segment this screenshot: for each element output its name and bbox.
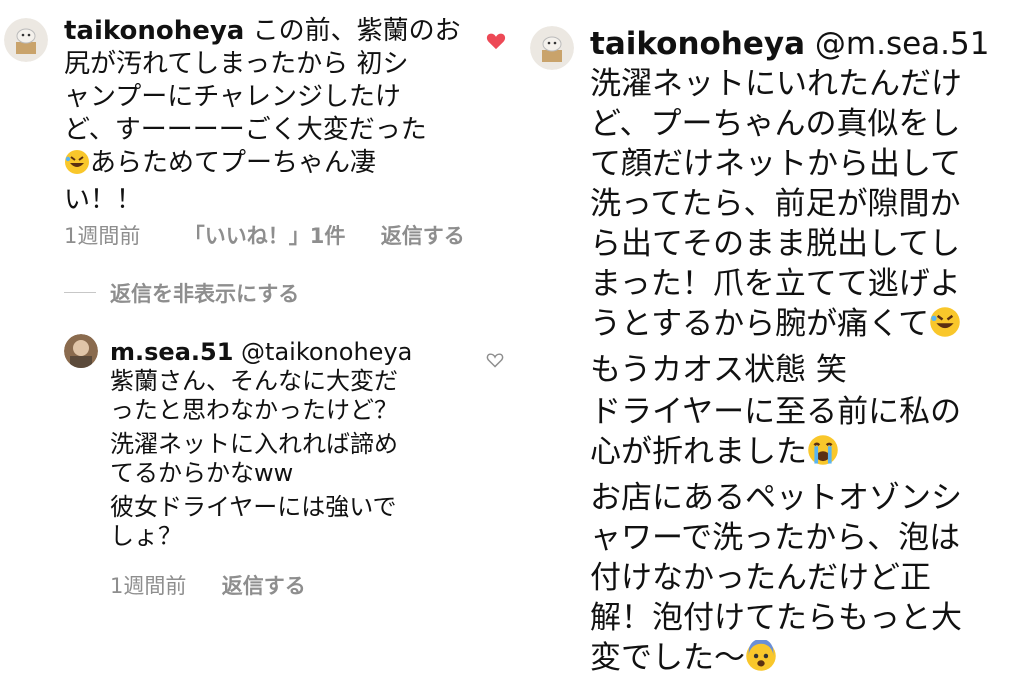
comment-line: ャンプーにチャレンジしたけ — [64, 82, 401, 112]
comment-line: 変でした〜 — [590, 640, 745, 676]
comment-line: 洗濯ネットに入れれば諦め — [110, 430, 398, 458]
reply-button[interactable]: 返信する — [222, 574, 306, 598]
rofl-emoji — [929, 306, 961, 348]
comment-line: 洗ってたら、前足が隙間か — [590, 186, 961, 222]
reply-body: m.sea.51 @taikonoheya 紫蘭さん、そんなに大変だ ったと思わ… — [110, 338, 480, 551]
comment-line: い！！ — [64, 185, 143, 215]
avatar-taikonoheya[interactable] — [4, 18, 48, 62]
comment-line: 洗濯ネットにいれたんだけ — [590, 66, 962, 102]
comment-line: てるからかなww — [110, 459, 294, 487]
reply-button[interactable]: 返信する — [381, 224, 465, 248]
username[interactable]: m.sea.51 — [110, 338, 233, 366]
comment-line: ったと思わなかったけど？ — [110, 396, 398, 424]
comment-line: ど、プーちゃんの真似をし — [590, 106, 961, 142]
heart-outline-icon[interactable] — [486, 352, 504, 372]
mention-link[interactable]: @taikonoheya — [241, 338, 412, 366]
hide-replies-divider — [64, 292, 96, 293]
timestamp: 1週間前 — [64, 224, 141, 248]
comment-line: この前、紫蘭のお — [252, 16, 461, 46]
comment-line: うとするから腕が痛くて — [590, 306, 930, 342]
comment-line: ドライヤーに至る前に私の — [590, 394, 962, 430]
hide-replies-button[interactable]: 返信を非表示にする — [110, 278, 299, 308]
comment-meta: 1週間前 「いいね！」1件 返信する — [64, 220, 465, 250]
rofl-emoji — [64, 149, 90, 182]
comment-line: ら出てそのまま脱出してし — [590, 226, 961, 262]
timestamp: 1週間前 — [110, 574, 187, 598]
comment-line: もうカオス状態 笑 — [590, 352, 847, 388]
comment-line: まった！爪を立てて逃げよ — [590, 266, 961, 302]
heart-icon[interactable] — [486, 32, 506, 54]
comment-line: 付けなかったんだけど正 — [590, 560, 931, 596]
fearful-emoji — [745, 638, 777, 682]
comment-body: taikonoheya この前、紫蘭のお 尻が汚れてしまったから 初シ ャンプー… — [64, 16, 484, 215]
avatar-m-sea-51[interactable] — [64, 334, 98, 368]
comment-line: ャワーで洗ったから、泡は — [590, 520, 961, 556]
avatar-taikonoheya[interactable] — [530, 26, 574, 70]
comment-line: て顔だけネットから出して — [590, 146, 962, 182]
comment-body: taikonoheya @m.sea.51 洗濯ネットにいれたんだけ ど、プーち… — [590, 24, 1020, 682]
comment-line: 尻が汚れてしまったから 初シ — [64, 49, 409, 79]
username[interactable]: taikonoheya — [64, 16, 244, 46]
comment-line: 解！泡付けてたらもっと大 — [590, 600, 962, 636]
comment-line: 彼女ドライヤーには強いで — [110, 493, 397, 521]
comment-line: 心が折れました — [590, 434, 807, 470]
mention-link[interactable]: @m.sea.51 — [815, 26, 990, 62]
reply-meta: 1週間前 返信する — [110, 570, 306, 600]
crying-emoji — [807, 434, 839, 476]
comment-line: しょ？ — [110, 522, 182, 550]
likes-count[interactable]: 「いいね！」1件 — [184, 224, 346, 248]
comment-line: お店にあるペットオゾンシ — [590, 480, 962, 516]
username[interactable]: taikonoheya — [590, 26, 805, 62]
comment-line: ど、すーーーーごく大変だった — [64, 115, 427, 145]
comment-line: 紫蘭さん、そんなに大変だ — [110, 367, 398, 395]
comment-line: あらためてプーちゃん凄 — [90, 148, 377, 178]
